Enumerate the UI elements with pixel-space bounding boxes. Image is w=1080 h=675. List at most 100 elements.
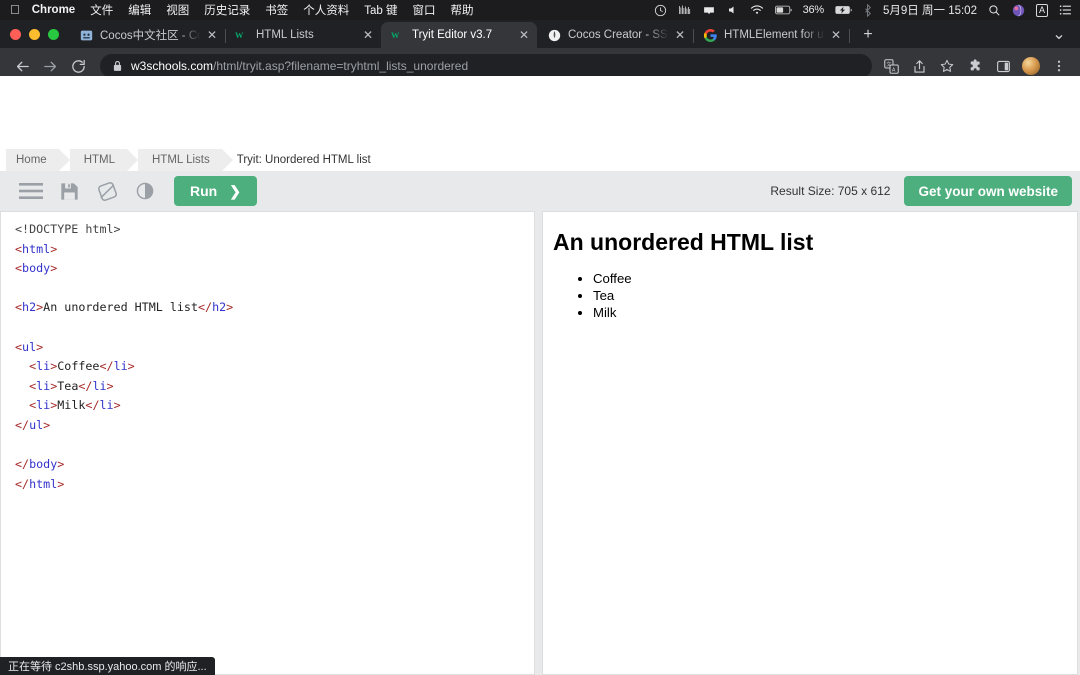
menubar-item-tab[interactable]: Tab 键 — [364, 2, 397, 18]
battery-charging-icon — [835, 5, 852, 15]
menubar-item-edit[interactable]: 编辑 — [128, 2, 151, 18]
result-heading: An unordered HTML list — [553, 229, 814, 255]
code-token: </ — [85, 398, 100, 413]
code-token: < — [15, 300, 23, 315]
browser-tab-google-search[interactable]: HTMLElement for ul – Google S ✕ — [693, 22, 850, 48]
code-token: li — [36, 359, 51, 374]
google-favicon — [703, 28, 717, 42]
battery-icon[interactable] — [774, 5, 792, 15]
menubar-item-history[interactable]: 历史记录 — [204, 2, 250, 18]
get-your-own-website-button[interactable]: Get your own website — [904, 176, 1072, 206]
editor-panes: <!DOCTYPE html> <html> <body> <h2>An uno… — [0, 211, 1080, 675]
code-token: <!DOCTYPE html> — [15, 222, 121, 236]
breadcrumb-item-html-lists[interactable]: HTML Lists — [138, 149, 233, 171]
menubar-status-icons: 36% 5月9日 周一 15:02 A — [654, 2, 1072, 18]
code-token: ul — [29, 417, 44, 432]
pane-splitter[interactable] — [535, 211, 542, 675]
address-bar[interactable]: w3schools.com/html/tryit.asp?filename=tr… — [100, 54, 872, 78]
code-token: li — [92, 378, 107, 393]
code-token: > — [43, 417, 51, 432]
tab-title: Cocos中文社区 - Cocos中文社区 — [100, 30, 201, 42]
input-source-icon[interactable]: A — [1035, 3, 1048, 17]
browser-tab-strip: Cocos中文社区 - Cocos中文社区 ✕ W HTML Lists ✕ W… — [0, 20, 1080, 48]
breadcrumb: Home HTML HTML Lists Tryit: Unordered HT… — [0, 149, 1080, 171]
code-token: </ — [99, 359, 114, 374]
browser-tab-html-lists[interactable]: W HTML Lists ✕ — [225, 22, 382, 48]
code-token: li — [113, 359, 128, 374]
control-center-icon[interactable] — [1059, 4, 1072, 16]
menubar-item-help[interactable]: 帮助 — [450, 2, 473, 18]
new-tab-button[interactable]: + — [855, 22, 881, 48]
timemachine-icon[interactable] — [654, 4, 667, 17]
menubar-item-window[interactable]: 窗口 — [412, 2, 435, 18]
search-icon[interactable] — [988, 4, 1001, 17]
code-token: ul — [22, 339, 37, 354]
code-token: body — [29, 457, 58, 472]
wifi-icon[interactable] — [750, 4, 764, 16]
browser-status-bubble: 正在等待 c2shb.ssp.yahoo.com 的响应... — [0, 657, 215, 675]
code-token: </ — [15, 476, 30, 491]
result-list-item: Coffee — [593, 271, 1067, 288]
menubar-item-bookmarks[interactable]: 书签 — [265, 2, 288, 18]
hamburger-menu-icon[interactable] — [12, 174, 50, 208]
w3schools-favicon: W — [391, 28, 405, 42]
code-editor-text[interactable]: <!DOCTYPE html> <html> <body> <h2>An uno… — [1, 212, 534, 494]
code-token: </ — [197, 300, 213, 315]
code-token: > — [57, 457, 65, 472]
page-content: Home HTML HTML Lists Tryit: Unordered HT… — [0, 76, 1080, 675]
change-orientation-icon[interactable] — [88, 174, 126, 208]
menubar-item-profiles[interactable]: 个人资料 — [303, 2, 349, 18]
tab-list: Cocos中文社区 - Cocos中文社区 ✕ W HTML Lists ✕ W… — [69, 20, 1040, 48]
breadcrumb-item-current: Tryit: Unordered HTML list — [236, 154, 371, 166]
tab-search-chevron-down-icon[interactable]: ⌄ — [1046, 21, 1072, 47]
tab-close-icon[interactable]: ✕ — [673, 29, 687, 41]
run-button[interactable]: Run ❯ — [174, 176, 257, 206]
lock-icon[interactable] — [112, 60, 123, 72]
tab-separator — [849, 29, 850, 43]
tab-close-icon[interactable]: ✕ — [517, 29, 531, 41]
bluetooth-icon[interactable] — [863, 3, 872, 17]
browser-tab-cocos-community[interactable]: Cocos中文社区 - Cocos中文社区 ✕ — [69, 22, 226, 48]
minimize-window-button[interactable] — [29, 28, 40, 40]
code-token: h2 — [22, 300, 37, 315]
result-list-item: Milk — [593, 305, 1067, 322]
dark-mode-toggle-icon[interactable] — [126, 174, 164, 208]
code-token: An unordered HTML list — [43, 300, 198, 315]
close-window-button[interactable] — [10, 28, 21, 40]
apple-icon[interactable]:  — [10, 3, 20, 16]
tab-close-icon[interactable]: ✕ — [205, 29, 219, 41]
result-list-item: Tea — [593, 288, 1067, 305]
menubar-item-file[interactable]: 文件 — [90, 2, 113, 18]
cocos-creator-favicon — [547, 28, 561, 42]
browser-tab-tryit-editor[interactable]: W Tryit Editor v3.7 ✕ — [381, 22, 537, 48]
save-floppy-icon[interactable] — [50, 174, 88, 208]
volume-icon[interactable] — [727, 4, 739, 16]
code-token: </ — [78, 378, 93, 393]
menubar-item-view[interactable]: 视图 — [166, 2, 189, 18]
code-token: < — [15, 339, 23, 354]
ad-placeholder — [0, 76, 1080, 149]
tab-close-icon[interactable]: ✕ — [361, 29, 375, 41]
code-token: > — [50, 261, 58, 276]
tab-close-icon[interactable]: ✕ — [829, 29, 843, 41]
code-token: < — [15, 261, 23, 276]
svg-text:W: W — [391, 31, 400, 40]
menubar-app-name[interactable]: Chrome — [32, 4, 75, 16]
tab-title: HTMLElement for ul – Google S — [724, 29, 825, 41]
url-host: w3schools.com — [131, 59, 214, 73]
run-button-label: Run — [190, 183, 218, 199]
breadcrumb-item-html[interactable]: HTML — [69, 149, 139, 171]
browser-tab-cocos-creator[interactable]: Cocos Creator - SSRExtension ✕ — [537, 22, 694, 48]
code-token: body — [22, 261, 51, 276]
globe-icon[interactable] — [1012, 4, 1025, 17]
code-editor-pane[interactable]: <!DOCTYPE html> <html> <body> <h2>An uno… — [0, 211, 535, 675]
maximize-window-button[interactable] — [48, 28, 59, 40]
breadcrumb-item-home[interactable]: Home — [6, 149, 70, 171]
menubar-datetime[interactable]: 5月9日 周一 15:02 — [883, 2, 977, 18]
notification-icon[interactable] — [702, 4, 716, 17]
tryit-toolbar: Run ❯ Result Size: 705 x 612 Get your ow… — [0, 171, 1080, 211]
code-token: html — [29, 476, 58, 491]
wifi-signal-icon[interactable] — [678, 4, 691, 16]
